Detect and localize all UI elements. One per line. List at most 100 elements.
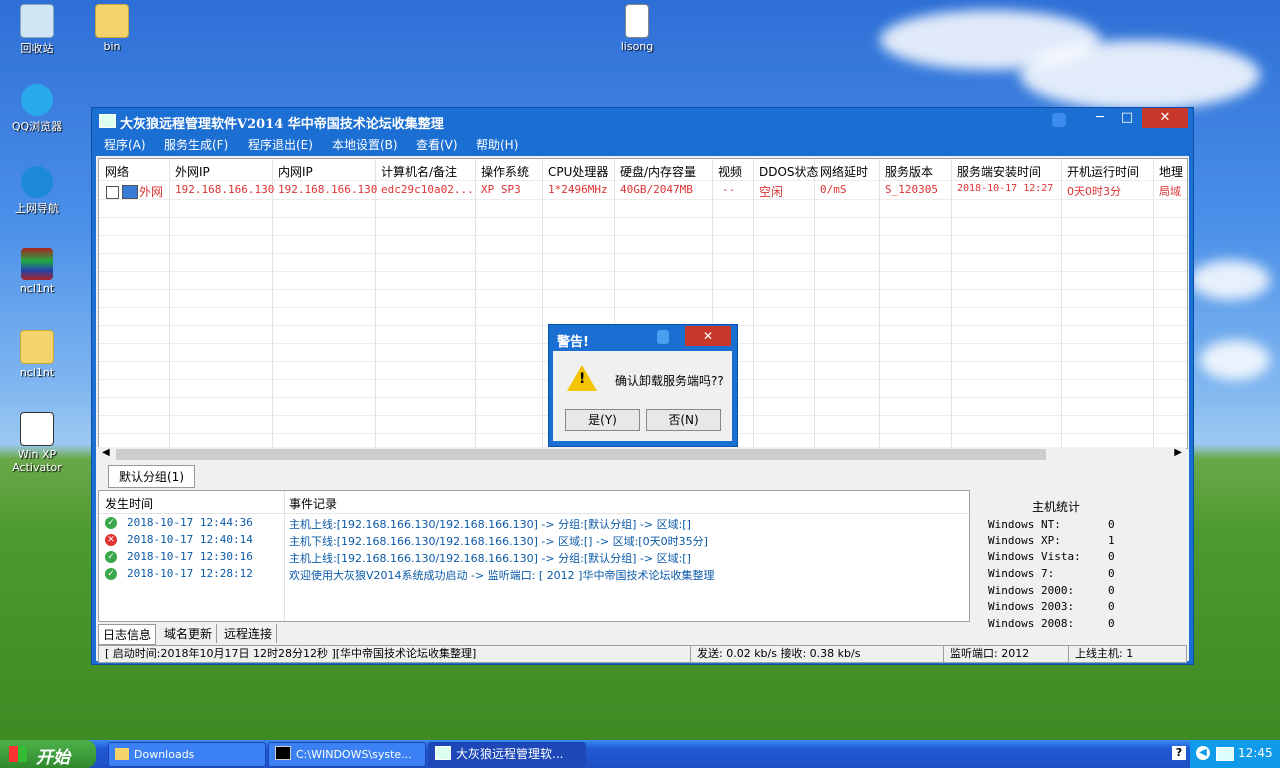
column-network: 网络 外网: [99, 159, 170, 448]
header-wan-ip[interactable]: 外网IP: [175, 163, 210, 180]
log-row[interactable]: ✓ 2018-10-17 12:28:12 欢迎使用大灰狼V2014系统成功启动…: [99, 566, 969, 583]
header-os[interactable]: 操作系统: [481, 163, 529, 180]
menu-help[interactable]: 帮助(H): [476, 136, 518, 153]
app-icon: [99, 114, 116, 128]
scrollbar-thumb[interactable]: [116, 449, 1046, 460]
menu-local-settings[interactable]: 本地设置(B): [332, 136, 398, 153]
column-install-time: 服务端安装时间 2018-10-17 12:27: [951, 159, 1062, 448]
skin-icon[interactable]: [1052, 113, 1066, 127]
start-button[interactable]: 开始: [0, 740, 96, 768]
desktop-icon-label: bin: [103, 40, 121, 53]
cell-ddos: 空闲: [759, 185, 784, 199]
stat-value: 0: [1108, 600, 1115, 613]
scroll-left-icon[interactable]: ◀: [102, 447, 110, 458]
desktop-icon-label: ncl1nt: [19, 366, 55, 379]
desktop-icon-recycle-bin[interactable]: 回收站: [2, 4, 72, 56]
cell-lan-ip: 192.168.166.130: [278, 183, 378, 196]
header-cpu[interactable]: CPU处理器: [548, 163, 608, 180]
desktop-icon-activator[interactable]: Win XP Activator: [2, 412, 72, 474]
desktop-icon-qq-browser[interactable]: QQ浏览器: [2, 84, 72, 134]
stat-value: 1: [1108, 534, 1115, 547]
desktop-icon-ncl1nt-rar[interactable]: ncl1nt: [2, 248, 72, 295]
task-label: C:\WINDOWS\syste...: [296, 748, 412, 761]
header-network[interactable]: 网络: [105, 163, 129, 180]
header-disk-memory[interactable]: 硬盘/内存容量: [620, 163, 696, 180]
log-row[interactable]: ✓ 2018-10-17 12:44:36 主机上线:[192.168.166.…: [99, 515, 969, 532]
log-text: 欢迎使用大灰狼V2014系统成功启动 -> 监听端口: [ 2012 ]华中帝国…: [289, 569, 715, 582]
stat-row: Windows 2003: 0: [988, 600, 1178, 613]
cloud: [1200, 340, 1270, 380]
cell-location: 局域: [1159, 185, 1181, 198]
tab-log-info[interactable]: 日志信息: [98, 624, 157, 645]
task-remote-manager[interactable]: 大灰狼远程管理软...: [428, 742, 586, 767]
clock[interactable]: 12:45: [1238, 746, 1273, 760]
status-port: 监听端口: 2012: [943, 645, 1069, 663]
menu-service-build[interactable]: 服务生成(F): [164, 136, 228, 153]
desktop-icon-lisong[interactable]: lisong: [602, 4, 672, 53]
stat-row: Windows 7: 0: [988, 567, 1178, 580]
dialog-title: 警告!: [557, 335, 589, 350]
yes-button[interactable]: 是(Y): [565, 409, 640, 431]
help-icon[interactable]: ?: [1172, 746, 1186, 760]
desktop-icon-ie[interactable]: 上网导航: [2, 166, 72, 216]
desktop-icon-label: Win XP Activator: [12, 448, 62, 474]
no-button[interactable]: 否(N): [646, 409, 721, 431]
status-speed: 发送: 0.02 kb/s 接收: 0.38 kb/s: [690, 645, 944, 663]
log-row[interactable]: ✓ 2018-10-17 12:30:16 主机上线:[192.168.166.…: [99, 549, 969, 566]
log-text: 主机上线:[192.168.166.130/192.168.166.130] -…: [289, 518, 691, 531]
dialog-close-button[interactable]: ✕: [685, 326, 731, 346]
task-downloads[interactable]: Downloads: [108, 742, 266, 767]
menu-exit[interactable]: 程序退出(E): [248, 136, 313, 153]
cloud: [1190, 260, 1270, 300]
stat-row: Windows 2000: 0: [988, 584, 1178, 597]
cell-wan-ip: 192.168.166.130: [175, 183, 275, 196]
horizontal-scrollbar[interactable]: ◀ ▶: [98, 447, 1186, 462]
log-row[interactable]: ✕ 2018-10-17 12:40:14 主机下线:[192.168.166.…: [99, 532, 969, 549]
stat-name: Windows XP:: [988, 534, 1061, 547]
header-latency[interactable]: 网络延时: [820, 163, 868, 180]
header-service-version[interactable]: 服务版本: [885, 163, 933, 180]
tab-default-group[interactable]: 默认分组(1): [108, 465, 195, 488]
tray-expand-icon[interactable]: ◀: [1196, 746, 1210, 760]
header-ddos[interactable]: DDOS状态: [759, 163, 819, 180]
header-uptime[interactable]: 开机运行时间: [1067, 163, 1139, 180]
network-icon[interactable]: [1216, 747, 1234, 761]
header-computer-name[interactable]: 计算机名/备注: [381, 163, 457, 180]
tab-remote-connect[interactable]: 远程连接: [220, 624, 278, 643]
windows-flag-icon: [9, 746, 27, 762]
log-time: 2018-10-17 12:28:12: [127, 567, 253, 580]
task-cmd[interactable]: C:\WINDOWS\syste...: [268, 742, 426, 767]
log-time: 2018-10-17 12:30:16: [127, 550, 253, 563]
header-lan-ip[interactable]: 内网IP: [278, 163, 313, 180]
header-video[interactable]: 视频: [718, 163, 742, 180]
warning-dialog: 警告! ✕ ! 确认卸载服务端吗?? 是(Y) 否(N): [548, 324, 738, 447]
stat-row: Windows XP: 1: [988, 534, 1178, 547]
scroll-right-icon[interactable]: ▶: [1174, 447, 1182, 458]
stat-name: Windows 2008:: [988, 617, 1075, 630]
log-panel[interactable]: 发生时间 事件记录 ✓ 2018-10-17 12:44:36 主机上线:[19…: [98, 490, 970, 622]
title-bar[interactable]: 大灰狼远程管理软件V2014 华中帝国技术论坛收集整理 ─ □ ✕: [92, 108, 1193, 132]
minimize-button[interactable]: ─: [1085, 108, 1115, 128]
header-install-time[interactable]: 服务端安装时间: [957, 163, 1041, 180]
header-location[interactable]: 地理: [1159, 163, 1183, 180]
dialog-message: 确认卸载服务端吗??: [615, 374, 724, 388]
column-service-version: 服务版本 S_120305: [879, 159, 952, 448]
desktop-icon-bin[interactable]: bin: [77, 4, 147, 53]
menu-view[interactable]: 查看(V): [416, 136, 458, 153]
maximize-button[interactable]: □: [1112, 108, 1142, 128]
success-icon: ✓: [105, 568, 117, 580]
column-uptime: 开机运行时间 0天0时3分: [1061, 159, 1154, 448]
task-label: 大灰狼远程管理软...: [456, 747, 564, 761]
log-header-time: 发生时间: [105, 497, 154, 511]
tab-domain-update[interactable]: 域名更新: [160, 624, 218, 643]
row-checkbox[interactable]: [106, 186, 119, 199]
desktop-icon-ncl1nt-folder[interactable]: ncl1nt: [2, 330, 72, 379]
menu-program[interactable]: 程序(A): [104, 136, 146, 153]
status-bar: [ 启动时间:2018年10月17日 12时28分12秒 ][华中帝国技术论坛收…: [98, 645, 1187, 663]
text-file-icon: [625, 4, 649, 38]
error-icon: ✕: [105, 534, 117, 546]
close-button[interactable]: ✕: [1142, 108, 1188, 128]
taskbar: 开始 Downloads C:\WINDOWS\syste... 大灰狼远程管理…: [0, 740, 1280, 768]
skin-icon[interactable]: [657, 330, 669, 344]
group-tabs: 默认分组(1): [98, 464, 1186, 488]
